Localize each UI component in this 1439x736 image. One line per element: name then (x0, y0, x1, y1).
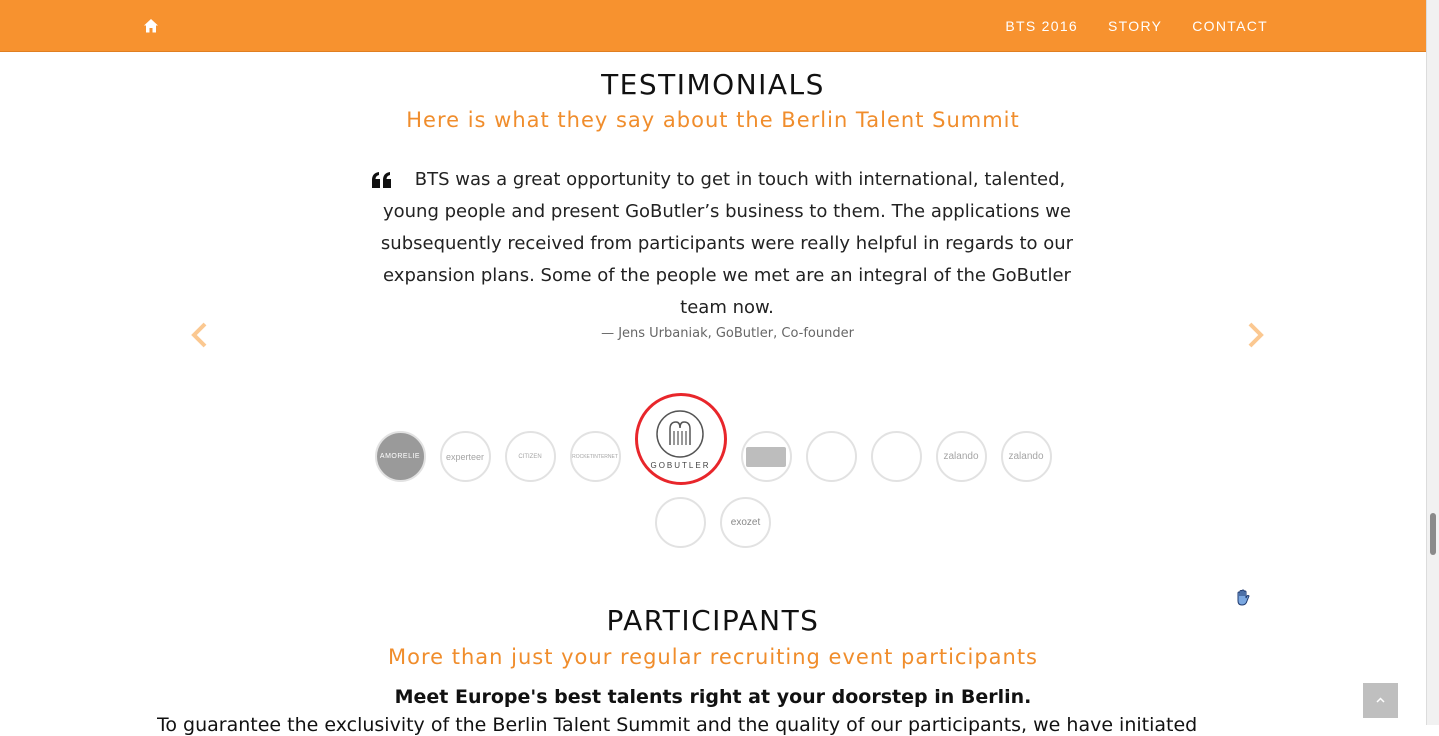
logo-carousel-row-2: exozet (0, 497, 1426, 548)
nav-link-bts-2016[interactable]: BTS 2016 (1005, 18, 1078, 34)
logo-empty-2[interactable] (870, 431, 922, 482)
gobutler-emblem-icon (656, 409, 705, 458)
gobutler-logo-mark: GOBUTLER (650, 409, 710, 470)
nav-link-contact[interactable]: CONTACT (1192, 18, 1268, 34)
logo-zalando-1[interactable]: zalando (935, 431, 987, 482)
hand-cursor-icon (1237, 589, 1250, 606)
scrollbar-thumb[interactable] (1430, 513, 1436, 555)
logo-placeholder-bar (746, 446, 786, 467)
logo-zalando-2[interactable]: zalando (1000, 431, 1052, 482)
logo-empty-3[interactable] (655, 497, 706, 548)
logo-rocketinternet[interactable]: ROCKETINTERNET (569, 431, 621, 482)
nav-links: BTS 2016 STORY CONTACT (1005, 0, 1268, 52)
chevron-left-icon[interactable] (190, 322, 208, 348)
logo-gobutler[interactable]: GOBUTLER (634, 393, 727, 485)
testimonials-title: TESTIMONIALS (601, 68, 825, 101)
logo-label: ROCKETINTERNET (572, 453, 618, 460)
logo-carousel-row-1: AMORELIE experteer CITIZEN ROCKETINTERNE… (0, 393, 1426, 485)
participants-title: PARTICIPANTS (606, 604, 820, 637)
participants-lead: Meet Europe's best talents right at your… (394, 686, 1032, 708)
back-to-top-button[interactable] (1363, 683, 1398, 718)
logo-label: zalando (943, 451, 979, 462)
nav-link-story[interactable]: STORY (1108, 18, 1162, 34)
logo-label: zalando (1008, 451, 1044, 462)
logo-experteer[interactable]: experteer (439, 431, 491, 482)
logo-label: experteer (445, 451, 485, 462)
logo-label: CITIZEN (518, 453, 542, 460)
testimonial-quote: BTS was a great opportunity to get in to… (380, 169, 1074, 318)
logo-exozet[interactable]: exozet (720, 497, 771, 548)
page-scrollbar[interactable] (1426, 0, 1439, 725)
testimonial-author: — Jens Urbaniak, GoButler, Co-founder (601, 326, 854, 341)
logo-citizen[interactable]: CITIZEN (504, 431, 556, 482)
participants-subtitle: More than just your regular recruiting e… (387, 645, 1038, 669)
logo-label: AMORELIE (379, 453, 421, 460)
top-navbar: BTS 2016 STORY CONTACT (0, 0, 1426, 52)
participants-body: To guarantee the exclusivity of the Berl… (157, 714, 1198, 736)
testimonials-subtitle: Here is what they say about the Berlin T… (406, 108, 1020, 132)
logo-amorelie[interactable]: AMORELIE (374, 431, 426, 482)
logo-label: exozet (730, 517, 761, 528)
home-icon[interactable] (143, 18, 159, 34)
chevron-up-icon (1376, 697, 1385, 703)
logo-label: GOBUTLER (650, 460, 711, 470)
chevron-right-icon[interactable] (1247, 322, 1265, 348)
logo-gray-badge[interactable] (740, 431, 792, 482)
logo-empty-1[interactable] (805, 431, 857, 482)
